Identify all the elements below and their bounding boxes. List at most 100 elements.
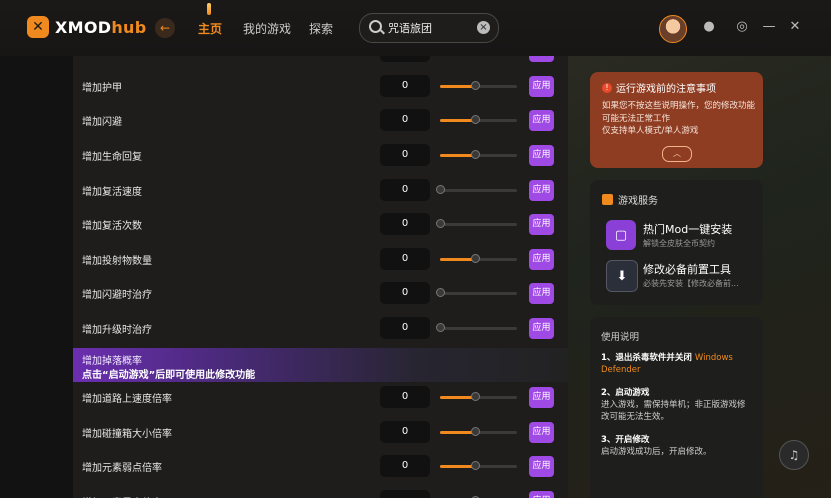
tab-explore[interactable]: 探索 xyxy=(309,20,333,37)
value-input[interactable]: 0 xyxy=(380,420,430,443)
apply-button[interactable]: 应用 xyxy=(529,110,554,132)
value-input[interactable] xyxy=(380,490,430,498)
value-input[interactable]: 0 xyxy=(380,144,430,167)
row-label: 增加复活速度 xyxy=(82,186,142,198)
apply-button[interactable]: 应用 xyxy=(529,214,554,236)
value-input[interactable]: 0 xyxy=(380,317,430,340)
apply-button[interactable]: 应用 xyxy=(529,248,554,270)
close-icon[interactable]: ✕ xyxy=(788,20,802,34)
clear-search-icon[interactable]: × xyxy=(477,21,490,34)
value-input[interactable]: 0 xyxy=(380,74,430,97)
value-slider[interactable] xyxy=(440,115,517,125)
table-row: 增加复活速度 0 应用 xyxy=(73,172,568,207)
row-label: 增加生命回复 xyxy=(82,152,142,164)
slider-thumb[interactable] xyxy=(470,115,480,125)
service-item-tools[interactable]: ⬇ 修改必备前置工具 必装先安装【修改必备前... xyxy=(606,260,756,292)
value-input[interactable]: 0 xyxy=(380,213,430,236)
value-slider[interactable] xyxy=(440,461,517,471)
notice-line-1: 如果您不按这些说明操作，您的修改功能可能无法正常工作 xyxy=(602,101,756,124)
value-input[interactable] xyxy=(380,56,430,63)
logo-main: XMOD xyxy=(55,17,112,37)
value-slider[interactable] xyxy=(436,184,517,194)
search-input[interactable] xyxy=(388,20,472,36)
value-input[interactable]: 0 xyxy=(380,247,430,270)
slider-thumb[interactable] xyxy=(470,150,480,160)
back-button[interactable]: ← xyxy=(155,18,175,38)
warning-icon: ! xyxy=(602,82,612,93)
service-card: 游戏服务 ▢ 热门Mod一键安装 解锁全皮肤全币契约 ⬇ 修改必备前置工具 必装… xyxy=(590,180,763,305)
row-label: 增加碰撞箱大小倍率 xyxy=(82,428,172,440)
service-name: 修改必备前置工具 xyxy=(643,263,731,276)
right-panel: ! 运行游戏前的注意事项 如果您不按这些说明操作，您的修改功能可能无法正常工作 … xyxy=(568,56,831,498)
headset-support-icon[interactable]: ♫ xyxy=(779,440,809,470)
value-slider[interactable] xyxy=(436,219,517,229)
row-label: 增加复活次数 xyxy=(82,221,142,233)
value-slider[interactable] xyxy=(440,150,517,160)
apply-button[interactable]: 应用 xyxy=(529,491,554,498)
value-input[interactable]: 0 xyxy=(380,386,430,409)
active-tab-indicator-icon xyxy=(207,3,211,15)
table-row: 增加闪避时治疗 0 应用 xyxy=(73,276,568,311)
step-head: 1、退出杀毒软件并关闭 Windows Defender xyxy=(601,352,753,376)
apply-button[interactable]: 应用 xyxy=(529,145,554,167)
apply-button[interactable]: 应用 xyxy=(529,456,554,478)
logo-accent: hub xyxy=(111,17,147,37)
apply-button[interactable]: 应用 xyxy=(529,387,554,409)
table-row: 增加元素弱点倍率 0 应用 xyxy=(73,449,568,484)
target-icon[interactable]: ◎ xyxy=(735,20,749,34)
apply-button[interactable]: 应用 xyxy=(529,56,554,63)
value-input[interactable]: 0 xyxy=(380,455,430,478)
settings-icon[interactable]: ● xyxy=(702,20,716,34)
value-slider[interactable] xyxy=(440,80,517,90)
tab-home[interactable]: 主页 xyxy=(198,20,222,37)
app-logo[interactable]: ✕ XMODhub xyxy=(27,16,146,38)
search-box[interactable]: × xyxy=(359,13,499,43)
value-input[interactable]: 0 xyxy=(380,178,430,201)
collapse-button[interactable]: ︿ xyxy=(662,146,692,162)
step-body: 进入游戏，需保持单机；非正版游戏修改可能无法生效。 xyxy=(601,400,746,422)
usage-step-3: 3、开启修改 启动游戏成功后，开启修改。 xyxy=(601,434,753,458)
service-item-mod[interactable]: ▢ 热门Mod一键安装 解锁全皮肤全币契约 xyxy=(606,220,756,252)
slider-thumb[interactable] xyxy=(436,219,445,229)
apply-button[interactable]: 应用 xyxy=(529,421,554,443)
slider-fill xyxy=(440,119,475,123)
slider-thumb[interactable] xyxy=(436,323,445,333)
value-input[interactable]: 0 xyxy=(380,282,430,305)
value-slider[interactable] xyxy=(440,426,517,436)
slider-thumb[interactable] xyxy=(470,461,480,471)
avatar[interactable] xyxy=(659,15,687,43)
table-row: 增加闪避 0 应用 xyxy=(73,103,568,138)
service-sub: 解锁全皮肤全币契约 xyxy=(643,239,715,248)
minimize-icon[interactable]: — xyxy=(762,20,776,34)
slider-thumb[interactable] xyxy=(470,80,480,90)
value-slider[interactable] xyxy=(436,288,517,298)
top-bar: ✕ XMODhub ← 主页 我的游戏 探索 × ● ◎ — ✕ xyxy=(0,0,831,56)
slider-fill xyxy=(440,154,475,158)
slider-thumb[interactable] xyxy=(436,288,445,298)
value-slider[interactable] xyxy=(440,253,517,263)
cheat-list[interactable]: 应用增加护甲0应用增加闪避0应用增加生命回复0应用增加复活速度0应用增加复活次数… xyxy=(73,56,568,498)
usage-step-2: 2、启动游戏 进入游戏，需保持单机；非正版游戏修改可能无法生效。 xyxy=(601,387,753,423)
table-row: 增加护甲 0 应用 xyxy=(73,69,568,104)
slider-thumb[interactable] xyxy=(470,426,480,436)
slider-fill xyxy=(440,430,475,434)
apply-button[interactable]: 应用 xyxy=(529,318,554,340)
value-slider[interactable] xyxy=(440,392,517,402)
apply-button[interactable]: 应用 xyxy=(529,179,554,201)
step-head: 2、启动游戏 xyxy=(601,388,650,398)
step-head: 3、开启修改 xyxy=(601,435,650,445)
notice-text: 如果您不按这些说明操作，您的修改功能可能无法正常工作 仅支持单人模式/单人游戏 xyxy=(602,100,757,138)
apply-button[interactable]: 应用 xyxy=(529,75,554,97)
slider-thumb[interactable] xyxy=(436,184,445,194)
value-slider[interactable] xyxy=(436,323,517,333)
tab-my-games[interactable]: 我的游戏 xyxy=(243,20,291,37)
table-row: 增加道路上速度倍率 0 应用 xyxy=(73,380,568,415)
row-label: 增加升级时治疗 xyxy=(82,325,152,337)
value-input[interactable]: 0 xyxy=(380,109,430,132)
locked-row: 增加掉落概率 点击“启动游戏”后即可使用此修改功能 xyxy=(73,348,568,383)
row-label: 增加投射物数量 xyxy=(82,255,152,267)
slider-thumb[interactable] xyxy=(470,253,480,263)
notice-card: ! 运行游戏前的注意事项 如果您不按这些说明操作，您的修改功能可能无法正常工作 … xyxy=(590,72,763,168)
apply-button[interactable]: 应用 xyxy=(529,283,554,305)
slider-thumb[interactable] xyxy=(470,392,480,402)
